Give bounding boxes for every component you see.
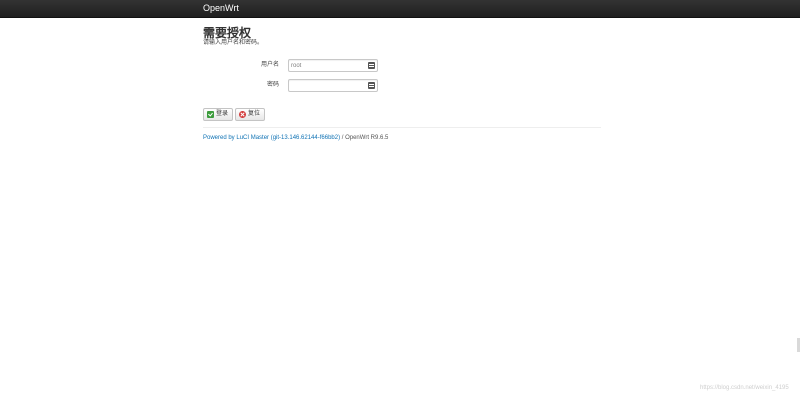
password-manager-icon[interactable] bbox=[368, 82, 375, 89]
password-field[interactable] bbox=[288, 79, 378, 92]
page-description: 请输入用户名和密码。 bbox=[203, 40, 264, 46]
password-manager-icon[interactable] bbox=[368, 62, 375, 69]
page-title: 需要授权 bbox=[203, 26, 252, 40]
footer-divider bbox=[203, 127, 601, 128]
watermark: https://blog.csdn.net/weixin_4195 bbox=[700, 385, 789, 391]
reset-icon bbox=[239, 111, 246, 118]
login-button-label: 登录 bbox=[216, 111, 229, 117]
password-input[interactable] bbox=[291, 80, 361, 91]
username-label: 用户名 bbox=[260, 62, 279, 68]
check-icon bbox=[207, 111, 214, 118]
username-field[interactable] bbox=[288, 59, 378, 72]
login-button[interactable]: 登录 bbox=[203, 108, 233, 121]
top-navbar: OpenWrt bbox=[0, 0, 800, 18]
password-label: 密码 bbox=[266, 82, 279, 88]
brand-link[interactable]: OpenWrt bbox=[203, 3, 239, 14]
username-input[interactable] bbox=[291, 60, 361, 71]
reset-button-label: 复位 bbox=[248, 111, 261, 117]
openwrt-version: / OpenWrt R9.6.5 bbox=[340, 135, 389, 141]
luci-version-link[interactable]: Powered by LuCI Master (git-13.146.62144… bbox=[203, 135, 340, 141]
reset-button[interactable]: 复位 bbox=[235, 108, 265, 121]
footer: Powered by LuCI Master (git-13.146.62144… bbox=[203, 135, 388, 142]
